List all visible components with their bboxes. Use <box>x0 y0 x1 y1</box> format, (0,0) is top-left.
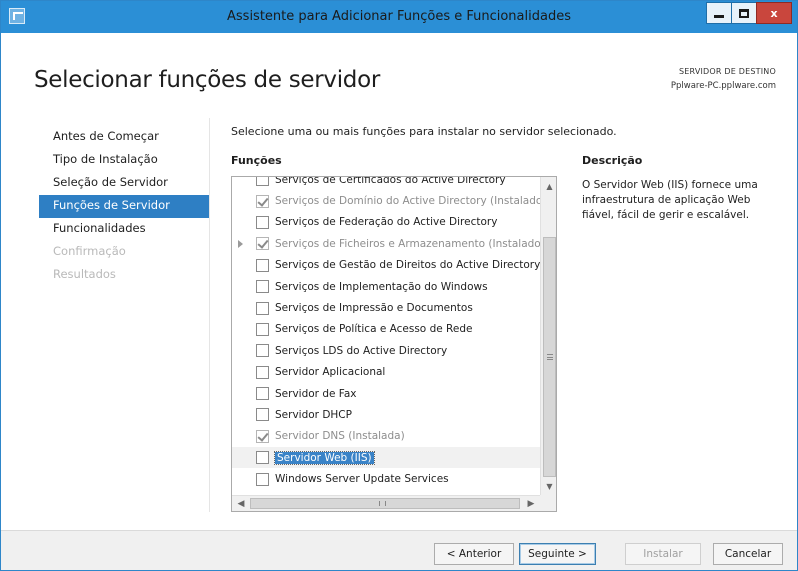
role-row[interactable]: Serviços de Ficheiros e Armazenamento (I… <box>232 233 540 254</box>
destination-server-label: SERVIDOR DE DESTINO <box>678 67 776 76</box>
horizontal-scroll-thumb[interactable] <box>250 498 520 509</box>
nav-item-tipo-de-instalacao[interactable]: Tipo de Instalação <box>39 149 209 172</box>
role-checkbox <box>256 237 269 251</box>
role-label: Serviços de Implementação do Windows <box>275 280 488 293</box>
role-label: Serviços de Federação do Active Director… <box>275 216 498 229</box>
role-row[interactable]: Serviços de Impressão e Documentos <box>232 297 540 318</box>
role-checkbox <box>256 429 269 443</box>
nav-item-resultados: Resultados <box>53 267 116 281</box>
expand-arrow-icon[interactable] <box>238 240 243 249</box>
role-checkbox[interactable] <box>256 387 269 401</box>
close-button[interactable]: x <box>756 2 792 24</box>
role-row[interactable]: Serviços de Gestão de Direitos do Active… <box>232 255 540 276</box>
role-checkbox[interactable] <box>256 451 269 465</box>
destination-server-name: Pplware-PC.pplware.com <box>670 81 776 91</box>
scroll-up-icon[interactable]: ▲ <box>542 178 556 194</box>
maximize-button[interactable] <box>731 2 757 24</box>
description-header: Descrição <box>582 154 643 167</box>
grip-icon <box>547 354 553 360</box>
role-checkbox[interactable] <box>256 322 269 336</box>
scroll-right-icon[interactable]: ▶ <box>523 496 539 511</box>
role-checkbox[interactable] <box>256 408 269 422</box>
role-label: Serviços de Ficheiros e Armazenamento (I… <box>275 237 540 250</box>
nav-item-funcionalidades[interactable]: Funcionalidades <box>39 218 209 241</box>
role-label: Serviços de Gestão de Direitos do Active… <box>275 259 540 272</box>
role-label: Servidor DHCP <box>275 408 352 421</box>
minimize-icon <box>714 14 724 18</box>
role-row[interactable]: Windows Server Update Services <box>232 468 540 489</box>
instruction-text: Selecione uma ou mais funções para insta… <box>231 125 617 138</box>
role-checkbox[interactable] <box>256 215 269 229</box>
role-row[interactable]: Serviços LDS do Active Directory <box>232 340 540 361</box>
role-row[interactable]: Servidor Web (IIS) <box>232 447 540 469</box>
nav-divider <box>209 118 210 512</box>
title-bar[interactable]: Assistente para Adicionar Funções e Func… <box>1 1 797 33</box>
wizard-footer: < Anterior Seguinte > Instalar Cancelar <box>1 530 797 570</box>
role-label: Serviços de Impressão e Documentos <box>275 302 473 315</box>
next-button[interactable]: Seguinte > <box>519 543 596 565</box>
roles-list: Serviços de Certificados do Active Direc… <box>232 176 540 490</box>
wizard-navigation: Antes de Começar Tipo de Instalação Sele… <box>39 126 209 287</box>
role-label: Serviços de Certificados do Active Direc… <box>275 176 506 186</box>
nav-item-antes-de-comecar[interactable]: Antes de Começar <box>39 126 209 149</box>
role-row[interactable]: Servidor DHCP <box>232 404 540 425</box>
install-button: Instalar <box>625 543 701 565</box>
role-checkbox <box>256 194 269 208</box>
horizontal-scrollbar[interactable]: ◀ ▶ <box>232 495 540 511</box>
scroll-down-icon[interactable]: ▼ <box>542 478 556 494</box>
role-checkbox[interactable] <box>256 344 269 358</box>
role-label: Servidor de Fax <box>275 387 357 400</box>
description-text: O Servidor Web (IIS) fornece uma infraes… <box>582 179 758 221</box>
vertical-scrollbar[interactable]: ▲ ▼ <box>540 177 556 495</box>
grip-icon <box>379 501 386 506</box>
wizard-window: Assistente para Adicionar Funções e Func… <box>0 0 798 571</box>
role-label: Servidor Aplicacional <box>275 366 386 379</box>
role-row[interactable]: Serviços de Certificados do Active Direc… <box>232 176 540 190</box>
window-title: Assistente para Adicionar Funções e Func… <box>227 9 571 24</box>
role-row[interactable]: Serviços de Domínio do Active Directory … <box>232 190 540 211</box>
role-label: Serviços de Política e Acesso de Rede <box>275 323 473 336</box>
nav-item-selecao-de-servidor[interactable]: Seleção de Servidor <box>39 172 209 195</box>
role-label: Servidor DNS (Instalada) <box>275 430 405 443</box>
role-row[interactable]: Serviços de Federação do Active Director… <box>232 212 540 233</box>
scroll-left-icon[interactable]: ◀ <box>233 496 249 511</box>
role-checkbox[interactable] <box>256 301 269 315</box>
role-label: Serviços LDS do Active Directory <box>275 344 448 357</box>
role-label: Serviços de Domínio do Active Directory … <box>275 195 540 208</box>
page-title: Selecionar funções de servidor <box>34 67 381 93</box>
previous-button[interactable]: < Anterior <box>434 543 514 565</box>
scrollbar-corner <box>540 495 556 511</box>
role-row[interactable]: Serviços de Implementação do Windows <box>232 276 540 297</box>
role-label: Servidor Web (IIS) <box>274 450 375 465</box>
role-checkbox[interactable] <box>256 280 269 294</box>
vertical-scroll-thumb[interactable] <box>543 237 556 477</box>
role-label: Windows Server Update Services <box>275 473 449 486</box>
role-checkbox[interactable] <box>256 177 269 187</box>
role-row[interactable]: Servidor de Fax <box>232 383 540 404</box>
role-checkbox[interactable] <box>256 258 269 272</box>
roles-header: Funções <box>231 154 282 167</box>
role-checkbox[interactable] <box>256 472 269 486</box>
minimize-button[interactable] <box>706 2 732 24</box>
role-checkbox[interactable] <box>256 365 269 379</box>
nav-item-confirmacao: Confirmação <box>53 244 126 258</box>
roles-listbox[interactable]: Serviços de Certificados do Active Direc… <box>231 176 557 512</box>
nav-item-funcoes-de-servidor[interactable]: Funções de Servidor <box>39 195 209 218</box>
cancel-button[interactable]: Cancelar <box>713 543 783 565</box>
maximize-icon <box>739 8 749 18</box>
role-row[interactable]: Servidor DNS (Instalada) <box>232 426 540 447</box>
role-row[interactable]: Serviços de Política e Acesso de Rede <box>232 319 540 340</box>
role-row[interactable]: Servidor Aplicacional <box>232 362 540 383</box>
